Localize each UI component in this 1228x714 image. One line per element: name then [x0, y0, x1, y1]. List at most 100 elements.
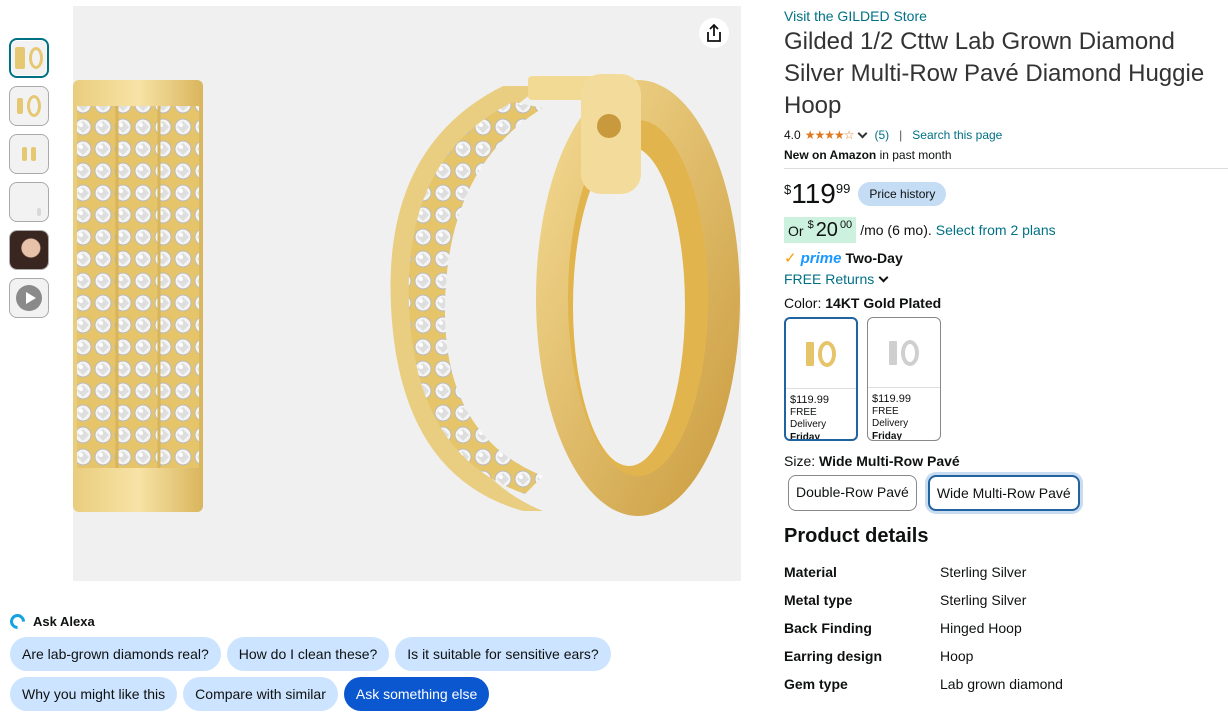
details-row: Metal type Sterling Silver [784, 586, 1228, 614]
size-options: Double-Row Pavé Wide Multi-Row Pavé [788, 475, 1228, 511]
details-key: Back Finding [784, 620, 872, 636]
size-value: Wide Multi-Row Pavé [819, 453, 960, 469]
monthly-whole: 20 [815, 219, 838, 241]
swatch-image [786, 319, 856, 389]
price-symbol: $ [784, 182, 792, 197]
alexa-chip-row-2: Why you might like this Compare with sim… [10, 677, 750, 711]
new-on-amazon-suffix: in past month [876, 148, 952, 162]
swatch-price: $119.99 [872, 393, 911, 405]
new-on-amazon-label: New on Amazon [784, 148, 877, 162]
size-label-row: Size: Wide Multi-Row Pavé [784, 453, 1228, 469]
model-photo-icon [10, 231, 48, 269]
swatch-day: Friday [872, 431, 903, 441]
hoop-side-icon [818, 340, 836, 367]
store-link[interactable]: Visit the GILDED Store [784, 8, 1228, 24]
star-rating-icon[interactable]: ★★★★☆ [805, 128, 855, 142]
product-info-panel: Visit the GILDED Store Gilded 1/2 Cttw L… [784, 8, 1228, 698]
hoop-front-icon [15, 47, 25, 69]
new-on-amazon-note: New on Amazon in past month [784, 148, 1228, 162]
color-label: Color: [784, 295, 822, 311]
thumbnail-gold-ring[interactable] [9, 86, 49, 126]
details-key: Earring design [784, 648, 883, 664]
main-product-image[interactable] [73, 6, 741, 581]
thumbnail-model-photo[interactable] [9, 230, 49, 270]
chevron-down-icon[interactable] [858, 128, 868, 138]
details-row: Back Finding Hinged Hoop [784, 614, 1228, 642]
price: $ 119 99 [784, 179, 850, 209]
chevron-down-icon[interactable] [878, 272, 889, 282]
alexa-chip[interactable]: How do I clean these? [226, 637, 390, 671]
price-fraction: 99 [835, 181, 851, 196]
play-icon [16, 285, 42, 311]
hoop-side-icon [901, 339, 919, 366]
ask-alexa-panel: Ask Alexa Are lab-grown diamonds real? H… [6, 610, 750, 714]
swatch-delivery: FREE Delivery [790, 407, 827, 430]
hoop-side-icon [29, 47, 43, 69]
thumbnail-gold-side[interactable] [9, 134, 49, 174]
monthly-fraction: 00 [839, 219, 853, 231]
details-key: Gem type [784, 676, 848, 692]
alexa-chip-row-1: Are lab-grown diamonds real? How do I cl… [10, 637, 750, 671]
monthly-symbol: $ [807, 219, 814, 231]
details-row: Material Sterling Silver [784, 558, 1228, 586]
alexa-chip[interactable]: Are lab-grown diamonds real? [10, 637, 221, 671]
product-title: Gilded 1/2 Cttw Lab Grown Diamond Silver… [784, 28, 1205, 119]
alexa-chip[interactable]: Why you might like this [10, 677, 178, 711]
separator: | [899, 128, 903, 142]
ask-alexa-title: Ask Alexa [33, 614, 95, 629]
monthly-payment-badge: Or $ 20 00 [784, 217, 857, 243]
monthly-suffix: /mo (6 mo). [860, 222, 932, 238]
prime-delivery-row: ✓ prime Two-Day [784, 249, 1228, 268]
thumbnail-list [9, 38, 49, 326]
swatch-day: Friday [790, 432, 821, 441]
free-returns-row[interactable]: FREE Returns [784, 271, 1228, 287]
earrings-illustration [73, 74, 740, 516]
details-value: Hoop [940, 648, 974, 664]
search-page-link[interactable]: Search this page [912, 128, 1002, 142]
price-history-button[interactable]: Price history [858, 182, 947, 206]
price-row: $ 119 99 Price history [784, 179, 1228, 209]
select-plans-link[interactable]: Select from 2 plans [936, 222, 1056, 238]
size-option-wide-multi-row[interactable]: Wide Multi-Row Pavé [927, 475, 1080, 511]
alexa-icon [6, 610, 29, 633]
details-value: Lab grown diamond [940, 676, 1063, 692]
hoop-front-icon [889, 340, 897, 365]
thumbnail-video[interactable] [9, 278, 49, 318]
hoop-front-icon [806, 341, 814, 366]
swatch-silver[interactable]: $119.99 FREE Delivery Friday [867, 317, 941, 441]
product-details-table: Material Sterling Silver Metal type Ster… [784, 558, 1228, 698]
details-row: Earring design Hoop [784, 642, 1228, 670]
share-button[interactable] [699, 18, 729, 48]
swatch-gold[interactable]: $119.99 FREE Delivery Friday [784, 317, 858, 441]
free-returns-link[interactable]: FREE Returns [784, 271, 874, 287]
rating-row: 4.0 ★★★★☆ (5) | Search this page [784, 128, 1228, 142]
rating-value: 4.0 [784, 128, 801, 142]
prime-logo: prime [800, 249, 842, 267]
swatch-image [868, 318, 940, 388]
thumbnail-gold-hoops[interactable] [9, 38, 49, 78]
thumbnail-silver-detail[interactable] [9, 182, 49, 222]
divider [784, 168, 1228, 169]
hoop-front-icon [31, 147, 36, 161]
color-value: 14KT Gold Plated [825, 295, 942, 311]
alexa-chip[interactable]: Is it suitable for sensitive ears? [395, 637, 611, 671]
alexa-chip[interactable]: Compare with similar [183, 677, 338, 711]
monthly-prefix: Or [788, 223, 804, 239]
details-value: Hinged Hoop [940, 620, 1022, 636]
details-row: Gem type Lab grown diamond [784, 670, 1228, 698]
size-option-double-row[interactable]: Double-Row Pavé [788, 475, 917, 511]
monthly-payment-row: Or $ 20 00 /mo (6 mo). Select from 2 pla… [784, 217, 1228, 243]
prime-speed: Two-Day [845, 250, 903, 266]
product-details-title: Product details [784, 525, 929, 547]
hoop-front-icon [37, 208, 41, 216]
swatch-delivery: FREE Delivery [872, 406, 909, 429]
hoop-front-icon [22, 147, 27, 161]
hoop-front-icon [17, 98, 23, 114]
prime-check-icon: ✓ [784, 250, 797, 267]
color-swatches: $119.99 FREE Delivery Friday $119.99 FRE… [784, 317, 1228, 441]
hoop-side-icon [27, 95, 41, 117]
details-key: Material [784, 564, 837, 580]
ask-something-else-button[interactable]: Ask something else [343, 677, 490, 711]
swatch-price: $119.99 [790, 394, 829, 406]
review-count-link[interactable]: (5) [874, 128, 889, 142]
